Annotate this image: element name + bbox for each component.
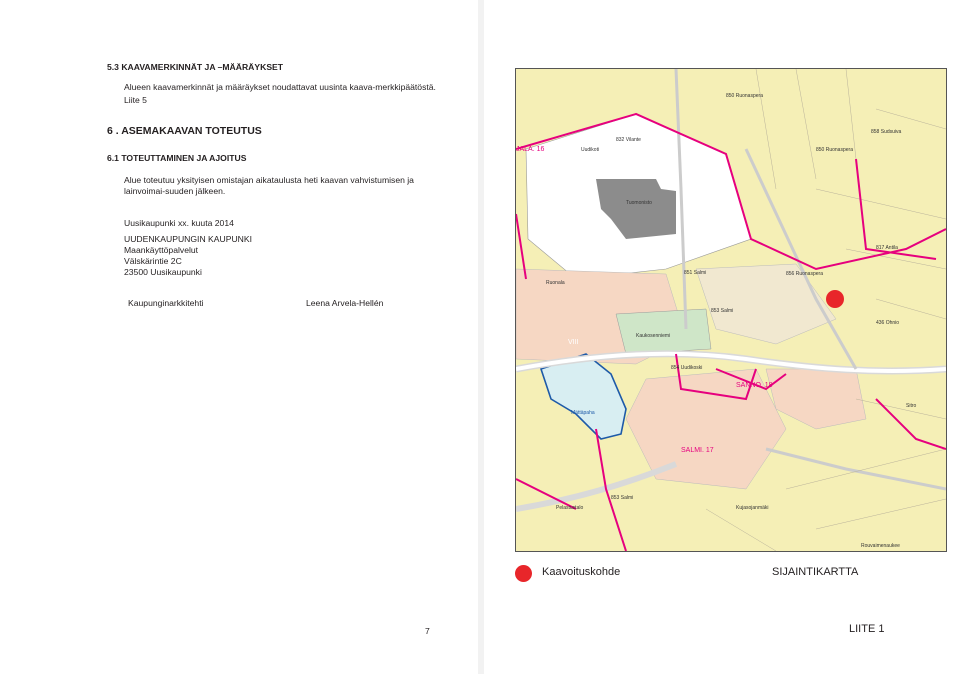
chapter-heading-6: 6 . ASEMAKAAVAN TOTEUTUS bbox=[107, 125, 262, 137]
map-label: Kaukosenniemi bbox=[636, 333, 670, 339]
plan-target-marker bbox=[826, 290, 844, 308]
map-title: SIJAINTIKARTTA bbox=[772, 566, 859, 578]
map-label: 817 Antila bbox=[876, 245, 898, 251]
appendix-reference: Liite 5 bbox=[124, 95, 147, 105]
map-label: Sitro bbox=[906, 403, 917, 409]
map-label: 851 Salmi bbox=[684, 270, 706, 276]
address-line: Maankäyttöpalvelut bbox=[124, 245, 199, 255]
map-label: Pelastustalo bbox=[556, 505, 583, 511]
address-line: UUDENKAUPUNGIN KAUPUNKI bbox=[124, 234, 252, 244]
map-label: 850 Ruonaspera bbox=[816, 147, 853, 153]
address-line: Välskärintie 2C bbox=[124, 256, 182, 266]
map-label: 853 Salmi bbox=[711, 308, 733, 314]
location-map: 850 Ruonaspera JALA. 16 832 Vilante Uudi… bbox=[515, 68, 947, 552]
legend-label: Kaavoituskohde bbox=[542, 566, 621, 578]
appendix-label: LIITE 1 bbox=[849, 623, 885, 635]
map-label: Tuomonisto bbox=[626, 200, 652, 206]
map-graphic: 850 Ruonaspera JALA. 16 832 Vilante Uudi… bbox=[516, 69, 946, 551]
map-label: 858 Sudsuiva bbox=[871, 129, 902, 135]
map-label: JALA. 16 bbox=[516, 146, 545, 153]
subsection-heading-6-1: 6.1 TOTEUTTAMINEN JA AJOITUS bbox=[107, 153, 247, 163]
map-label: SALMI. 17 bbox=[681, 447, 714, 454]
map-label: 832 Vilante bbox=[616, 137, 641, 143]
address-line: 23500 Uusikaupunki bbox=[124, 267, 202, 277]
signer-name: Leena Arvela-Hellén bbox=[306, 298, 384, 308]
map-label: Rouvaimenaukee bbox=[861, 543, 900, 549]
page-number: 7 bbox=[425, 626, 430, 636]
map-label: 436 Ohnio bbox=[876, 320, 899, 326]
map-label: 854 Uudikoski bbox=[671, 365, 702, 371]
park-area bbox=[615, 308, 712, 355]
map-label: VIII bbox=[568, 339, 579, 346]
map-label: Mättäpaha bbox=[571, 410, 595, 416]
signer-title: Kaupunginarkkitehti bbox=[128, 298, 204, 308]
section-5-3-text: Alueen kaavamerkinnät ja määräykset noud… bbox=[124, 82, 436, 92]
map-label: 856 Ruonaspera bbox=[786, 271, 823, 277]
document-page-left: 5.3 KAAVAMERKINNÄT JA –MÄÄRÄYKSET Alueen… bbox=[0, 0, 478, 674]
map-label: Uudikoti bbox=[581, 147, 599, 153]
section-heading-5-3: 5.3 KAAVAMERKINNÄT JA –MÄÄRÄYKSET bbox=[107, 62, 284, 72]
map-label: 853 Salmi bbox=[611, 495, 633, 501]
subsection-6-1-text: Alue toteutuu yksityisen omistajan aikat… bbox=[124, 175, 414, 196]
map-label: Ruonala bbox=[546, 280, 565, 286]
map-label: Kujasojanmäki bbox=[736, 505, 769, 511]
place-date: Uusikaupunki xx. kuuta 2014 bbox=[124, 218, 234, 228]
map-label: SANNO. 18 bbox=[736, 382, 773, 389]
map-label: 850 Ruonaspera bbox=[726, 93, 763, 99]
plan-target-legend-icon bbox=[515, 565, 532, 582]
